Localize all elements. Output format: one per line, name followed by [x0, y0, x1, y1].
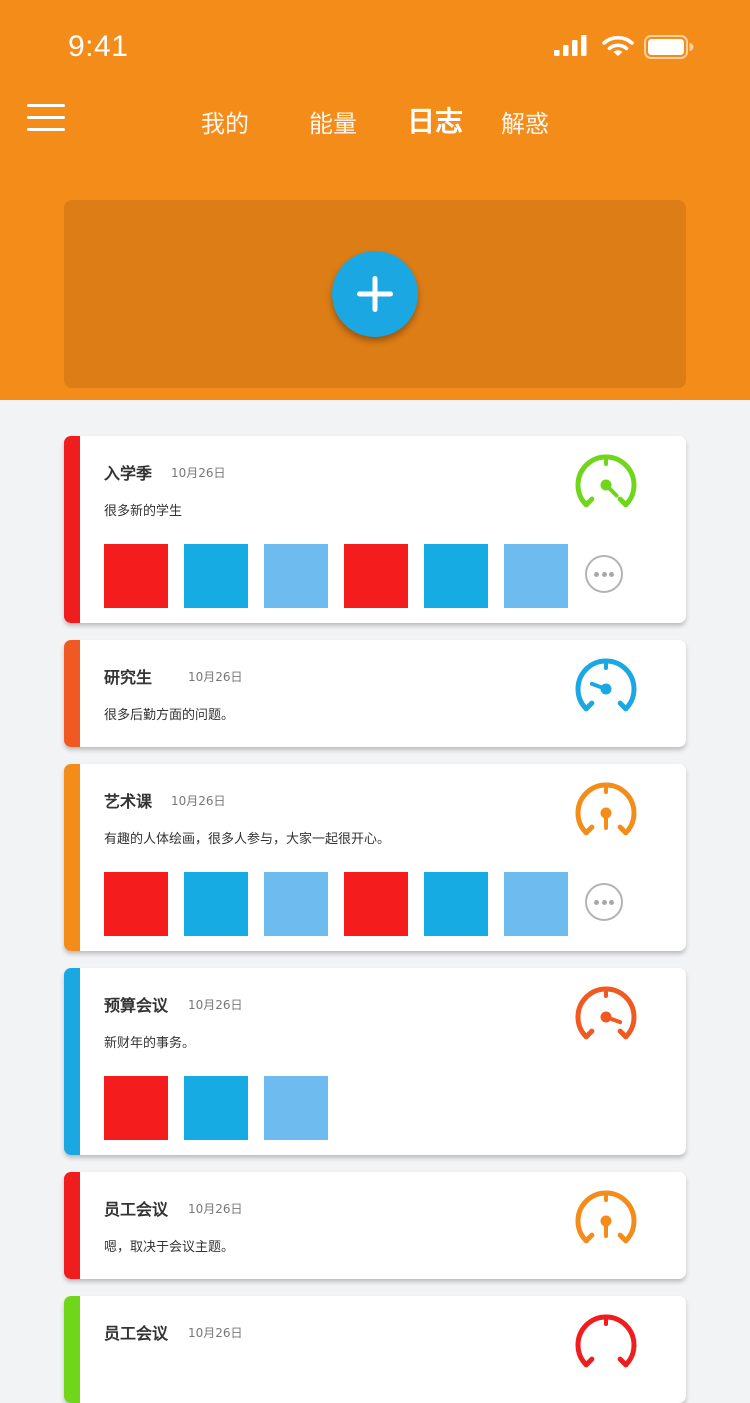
status-bar: 9:41 — [0, 0, 750, 88]
log-title: 员工会议 — [104, 1324, 169, 1343]
log-date: 10月26日 — [171, 466, 226, 480]
speedometer-icon — [575, 1314, 637, 1368]
log-description: 很多新的学生 — [104, 504, 183, 519]
log-title: 员工会议 — [104, 1200, 169, 1219]
photo-thumbnail[interactable] — [184, 872, 248, 936]
more-photos-button[interactable] — [585, 555, 623, 593]
log-date: 10月26日 — [171, 794, 226, 808]
log-description: 嗯，取决于会议主题。 — [104, 1240, 235, 1255]
photo-thumbnail[interactable] — [344, 544, 408, 608]
photo-thumbnail[interactable] — [504, 872, 568, 936]
speedometer-icon — [575, 986, 637, 1040]
signal-icon — [554, 35, 587, 56]
log-date: 10月26日 — [188, 1326, 243, 1340]
photo-thumbnail[interactable] — [424, 544, 488, 608]
log-card[interactable]: 员工会议 10月26日 嗯，取决于会议主题。 — [64, 1172, 686, 1279]
log-date: 10月26日 — [188, 998, 243, 1012]
category-stripe — [64, 764, 80, 951]
speedometer-icon — [575, 1190, 637, 1244]
battery-icon — [644, 35, 694, 59]
log-card[interactable]: 入学季 10月26日 很多新的学生 — [64, 436, 686, 623]
log-title: 预算会议 — [104, 996, 169, 1015]
photo-thumbnail[interactable] — [104, 544, 168, 608]
log-title: 研究生 — [104, 668, 153, 687]
photo-thumbnail[interactable] — [264, 1076, 328, 1140]
category-stripe — [64, 1172, 80, 1279]
log-description: 新财年的事务。 — [104, 1036, 196, 1051]
add-entry-button[interactable] — [332, 251, 418, 337]
photo-thumbnail[interactable] — [424, 872, 488, 936]
log-date: 10月26日 — [188, 670, 243, 684]
log-card[interactable]: 研究生 10月26日 很多后勤方面的问题。 — [64, 640, 686, 747]
tab-journal[interactable]: 日志 — [407, 100, 463, 140]
category-stripe — [64, 436, 80, 623]
photo-thumbnail[interactable] — [344, 872, 408, 936]
photo-thumbnail[interactable] — [184, 1076, 248, 1140]
photo-thumbnail[interactable] — [264, 872, 328, 936]
category-stripe — [64, 968, 80, 1155]
wifi-icon — [602, 35, 634, 56]
log-title: 艺术课 — [104, 792, 153, 811]
log-card[interactable]: 预算会议 10月26日 新财年的事务。 — [64, 968, 686, 1155]
photo-thumbnail[interactable] — [504, 544, 568, 608]
category-stripe — [64, 1296, 80, 1403]
menu-icon[interactable] — [27, 104, 65, 132]
speedometer-icon — [575, 658, 637, 712]
log-title: 入学季 — [104, 464, 153, 483]
category-stripe — [64, 640, 80, 747]
add-entry-panel — [64, 200, 686, 388]
tab-mine[interactable]: 我的 — [201, 104, 249, 139]
status-time: 9:41 — [68, 30, 129, 63]
more-photos-button[interactable] — [585, 883, 623, 921]
plus-icon — [357, 276, 393, 312]
log-date: 10月26日 — [188, 1202, 243, 1216]
speedometer-icon — [575, 454, 637, 508]
photo-thumbnail[interactable] — [184, 544, 248, 608]
photo-thumbnail[interactable] — [104, 1076, 168, 1140]
log-card[interactable]: 艺术课 10月26日 有趣的人体绘画，很多人参与，大家一起很开心。 — [64, 764, 686, 951]
log-description: 有趣的人体绘画，很多人参与，大家一起很开心。 — [104, 832, 391, 847]
tab-energy[interactable]: 能量 — [309, 104, 357, 139]
log-card[interactable]: 员工会议 10月26日 — [64, 1296, 686, 1403]
photo-thumbnail[interactable] — [104, 872, 168, 936]
photo-thumbnail[interactable] — [264, 544, 328, 608]
header: 9:41 我的 能量 日志 解惑 — [0, 0, 750, 400]
tab-questions[interactable]: 解惑 — [501, 104, 549, 139]
speedometer-icon — [575, 782, 637, 836]
log-description: 很多后勤方面的问题。 — [104, 708, 235, 723]
